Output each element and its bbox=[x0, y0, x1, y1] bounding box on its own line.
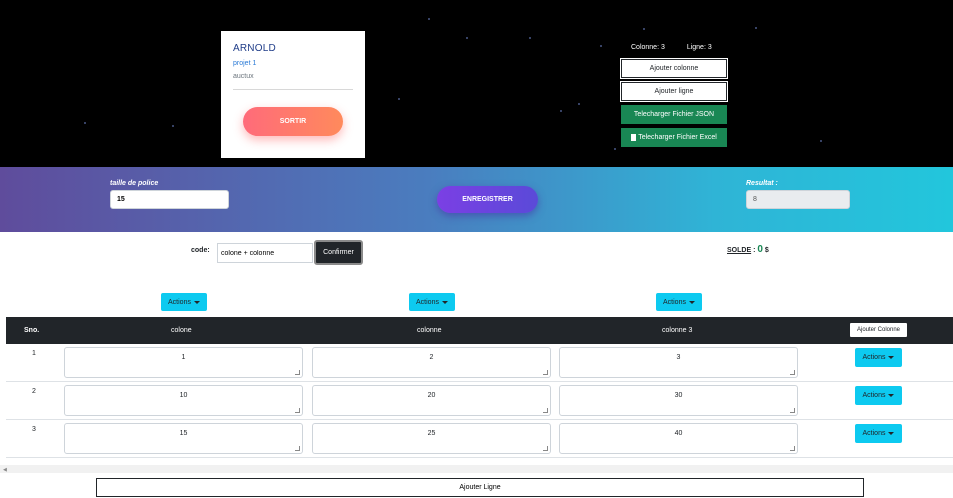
resize-handle-icon[interactable] bbox=[295, 370, 300, 375]
resize-handle-icon[interactable] bbox=[790, 370, 795, 375]
caret-down-icon bbox=[888, 394, 895, 397]
save-button[interactable]: ENREGISTRER bbox=[437, 186, 538, 213]
profile-card: ARNOLD projet 1 auctux SORTIR bbox=[221, 31, 365, 158]
column-count: Colonne: 3 bbox=[631, 44, 665, 51]
cell-value: 15 bbox=[179, 430, 188, 437]
column-1-actions-button[interactable]: Actions bbox=[161, 293, 207, 311]
table-cell-input[interactable]: 15 bbox=[64, 423, 303, 454]
caret-down-icon bbox=[193, 300, 200, 304]
table-cell-input[interactable]: 25 bbox=[312, 423, 551, 454]
cell-value: 20 bbox=[427, 392, 436, 399]
caret-down-icon bbox=[688, 300, 695, 304]
actions-label: Actions bbox=[663, 298, 686, 306]
resize-handle-icon[interactable] bbox=[295, 446, 300, 451]
scroll-left-icon[interactable]: ◀ bbox=[3, 467, 7, 473]
cell-value: 30 bbox=[674, 392, 683, 399]
download-excel-label: Telecharger Fichier Excel bbox=[638, 134, 717, 141]
result-label: Resultat : bbox=[746, 180, 778, 187]
download-excel-button[interactable]: Telecharger Fichier Excel bbox=[621, 128, 727, 147]
profile-project: projet 1 bbox=[233, 60, 257, 67]
header-column-1: colone bbox=[171, 327, 192, 334]
table-row: 2 10 20 30 Actions bbox=[6, 382, 953, 420]
cell-value: 2 bbox=[429, 354, 434, 361]
font-size-label: taille de police bbox=[110, 180, 159, 187]
profile-name: ARNOLD bbox=[233, 43, 276, 54]
resize-handle-icon[interactable] bbox=[295, 408, 300, 413]
row-sno: 3 bbox=[32, 426, 36, 433]
add-row-table-button[interactable]: Ajouter Ligne bbox=[96, 478, 864, 497]
header-sno: Sno. bbox=[24, 327, 40, 334]
table-cell-input[interactable]: 30 bbox=[559, 385, 798, 416]
caret-down-icon bbox=[441, 300, 448, 304]
actions-label: Actions bbox=[168, 298, 191, 306]
confirm-button[interactable]: Confirmer bbox=[314, 240, 363, 265]
row-actions-button[interactable]: Actions bbox=[855, 424, 902, 443]
table-cell-input[interactable]: 2 bbox=[312, 347, 551, 378]
table-cell-input[interactable]: 40 bbox=[559, 423, 798, 454]
sortir-button[interactable]: SORTIR bbox=[243, 107, 343, 136]
table-cell-input[interactable]: 20 bbox=[312, 385, 551, 416]
solde-currency: $ bbox=[762, 247, 769, 254]
settings-toolbar: taille de police ENREGISTRER Resultat : bbox=[0, 167, 953, 232]
table-cell-input[interactable]: 10 bbox=[64, 385, 303, 416]
font-size-input[interactable] bbox=[110, 190, 229, 209]
row-sno: 1 bbox=[32, 350, 36, 357]
actions-label: Actions bbox=[862, 430, 886, 437]
code-input[interactable] bbox=[217, 243, 313, 263]
caret-down-icon bbox=[888, 356, 895, 359]
file-icon bbox=[631, 134, 637, 141]
profile-user: auctux bbox=[233, 73, 254, 80]
divider bbox=[233, 89, 353, 90]
table-cell-input[interactable]: 3 bbox=[559, 347, 798, 378]
add-row-button[interactable]: Ajouter ligne bbox=[620, 81, 728, 102]
resize-handle-icon[interactable] bbox=[543, 370, 548, 375]
table-row: 3 15 25 40 Actions bbox=[6, 420, 953, 458]
column-2-actions-button[interactable]: Actions bbox=[409, 293, 455, 311]
download-json-button[interactable]: Telecharger Fichier JSON bbox=[621, 105, 727, 124]
grid-counts: Colonne: 3 Ligne: 3 bbox=[631, 44, 732, 51]
header-column-3: colonne 3 bbox=[662, 327, 693, 334]
resize-handle-icon[interactable] bbox=[790, 446, 795, 451]
table-row: 1 1 2 3 Actions bbox=[6, 344, 953, 382]
add-column-button[interactable]: Ajouter colonne bbox=[620, 58, 728, 79]
solde-display: SOLDE : 0 $ bbox=[727, 244, 769, 255]
row-sno: 2 bbox=[32, 388, 36, 395]
column-3-actions-button[interactable]: Actions bbox=[656, 293, 702, 311]
result-field bbox=[746, 190, 850, 209]
caret-down-icon bbox=[888, 432, 895, 435]
cell-value: 1 bbox=[181, 354, 186, 361]
resize-handle-icon[interactable] bbox=[543, 446, 548, 451]
code-label: code: bbox=[191, 247, 210, 254]
cell-value: 10 bbox=[179, 392, 188, 399]
table-header: Sno. colone colonne colonne 3 Ajouter Co… bbox=[6, 317, 953, 344]
header-starfield: ARNOLD projet 1 auctux SORTIR Colonne: 3… bbox=[0, 0, 953, 167]
header-column-2: colonne bbox=[417, 327, 442, 334]
solde-label: SOLDE bbox=[727, 247, 752, 254]
resize-handle-icon[interactable] bbox=[543, 408, 548, 413]
row-count: Ligne: 3 bbox=[686, 44, 712, 51]
actions-label: Actions bbox=[416, 298, 439, 306]
actions-label: Actions bbox=[862, 354, 886, 361]
table-cell-input[interactable]: 1 bbox=[64, 347, 303, 378]
row-actions-button[interactable]: Actions bbox=[855, 386, 902, 405]
cell-value: 3 bbox=[676, 354, 681, 361]
horizontal-scrollbar[interactable]: ◀ bbox=[0, 465, 953, 473]
row-actions-button[interactable]: Actions bbox=[855, 348, 902, 367]
resize-handle-icon[interactable] bbox=[790, 408, 795, 413]
cell-value: 40 bbox=[674, 430, 683, 437]
cell-value: 25 bbox=[427, 430, 436, 437]
add-column-table-button[interactable]: Ajouter Colonne bbox=[849, 322, 908, 338]
actions-label: Actions bbox=[862, 392, 886, 399]
